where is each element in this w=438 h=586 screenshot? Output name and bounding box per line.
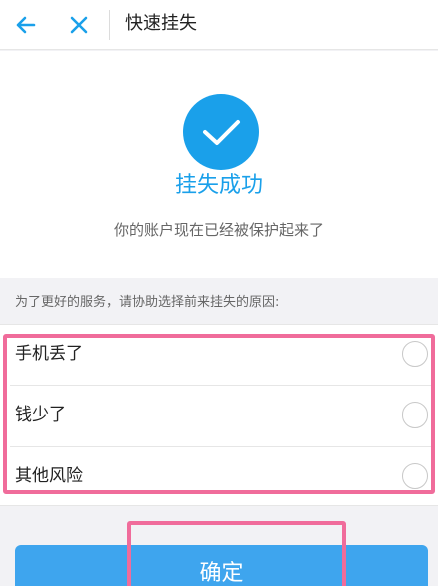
- reason-prompt: 为了更好的服务，请协助选择前来挂失的原因:: [15, 295, 280, 310]
- radio-button[interactable]: [402, 402, 428, 428]
- option-label: 手机丢了: [15, 344, 83, 364]
- reason-option-other-risk[interactable]: 其他风险: [0, 447, 438, 507]
- radio-button[interactable]: [402, 463, 428, 489]
- top-navigation-bar: 快速挂失: [0, 0, 438, 50]
- checkmark-icon: [203, 120, 240, 145]
- header-divider: [109, 10, 110, 40]
- confirm-button[interactable]: 确定: [15, 545, 428, 586]
- arrow-left-icon: [16, 16, 36, 34]
- page-title: 快速挂失: [125, 13, 197, 34]
- close-icon: [70, 16, 88, 34]
- radio-button[interactable]: [402, 341, 428, 367]
- confirm-label: 确定: [199, 561, 244, 586]
- option-label: 钱少了: [15, 405, 66, 425]
- option-label: 其他风险: [15, 466, 83, 486]
- reason-option-lost-phone[interactable]: 手机丢了: [0, 325, 438, 385]
- close-button[interactable]: [63, 9, 95, 41]
- success-subtitle: 你的账户现在已经被保护起来了: [113, 221, 324, 239]
- back-button[interactable]: [10, 9, 42, 41]
- success-title: 挂失成功: [174, 173, 263, 198]
- reason-option-money-missing[interactable]: 钱少了: [0, 386, 438, 446]
- success-panel: 挂失成功 你的账户现在已经被保护起来了: [0, 51, 438, 278]
- success-badge: [183, 94, 259, 170]
- lost-report-page: 快速挂失 挂失成功 你的账户现在已经被保护起来了 为了更好的服务，请协助选择前来…: [0, 0, 438, 586]
- reason-options-list: 手机丢了 钱少了 其他风险: [0, 324, 438, 506]
